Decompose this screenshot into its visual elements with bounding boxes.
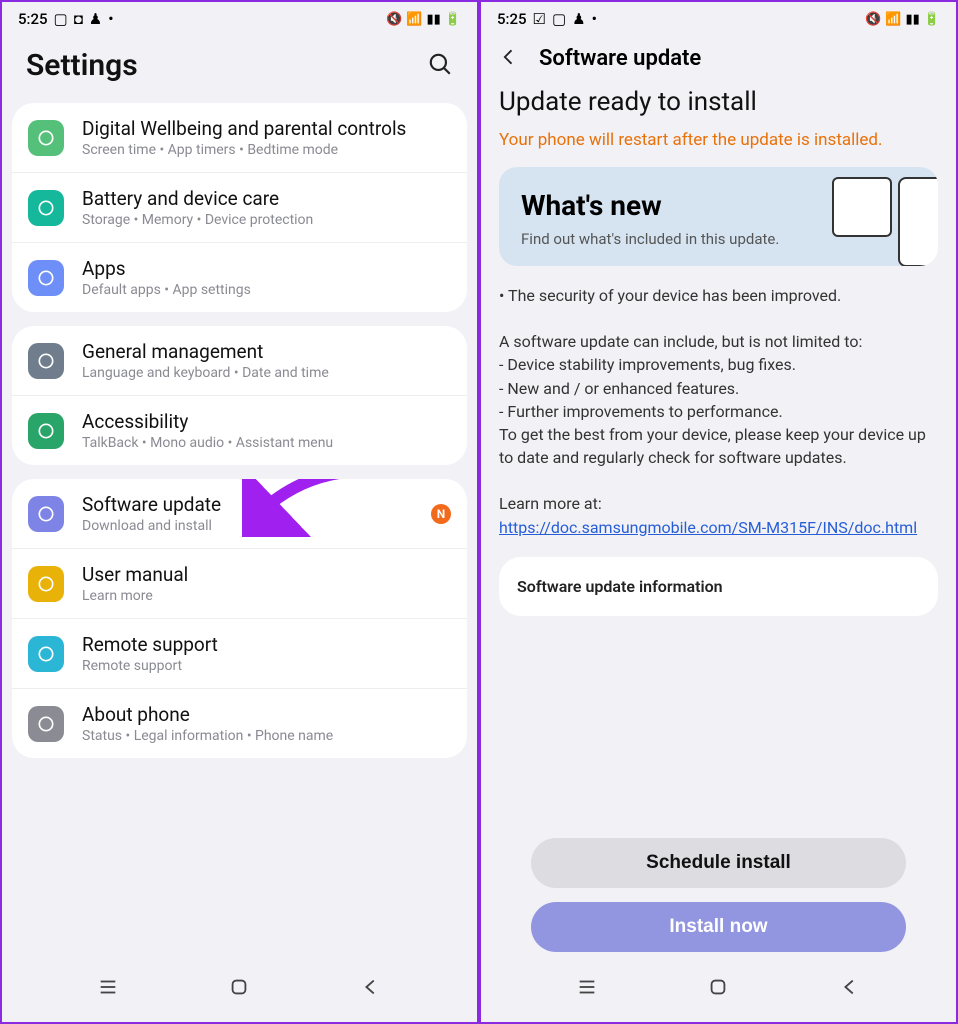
notif-icon: ▢ — [54, 10, 68, 28]
page-title: Settings — [26, 48, 138, 83]
signal-icon: ▮▮ — [427, 12, 441, 27]
row-title: User manual — [82, 563, 451, 586]
back-button[interactable] — [839, 976, 861, 1002]
battery-care-icon — [28, 190, 64, 226]
settings-row-about[interactable]: About phone Status • Legal information • … — [12, 688, 467, 758]
settings-group: Digital Wellbeing and parental controls S… — [12, 103, 467, 312]
info-icon — [28, 706, 64, 742]
row-subtitle: Default apps • App settings — [82, 282, 451, 298]
notif-icon: ♟ — [572, 10, 585, 28]
sliders-icon — [28, 343, 64, 379]
settings-group: General management Language and keyboard … — [12, 326, 467, 465]
notif-icon: ♟ — [89, 10, 102, 28]
row-subtitle: Language and keyboard • Date and time — [82, 365, 451, 381]
row-subtitle: Learn more — [82, 588, 451, 604]
status-more-dot: • — [592, 10, 597, 28]
mute-icon: 🔇 — [386, 12, 402, 27]
row-title: Apps — [82, 257, 451, 280]
header-title: Software update — [539, 46, 701, 71]
mute-icon: 🔇 — [865, 12, 881, 27]
row-title: Remote support — [82, 633, 451, 656]
settings-row-apps[interactable]: Apps Default apps • App settings — [12, 242, 467, 312]
refresh-icon — [28, 496, 64, 532]
settings-row-software-update[interactable]: Software update Download and installN — [12, 479, 467, 548]
settings-row-accessibility[interactable]: Accessibility TalkBack • Mono audio • Ass… — [12, 395, 467, 465]
release-note-line: - Further improvements to performance. — [499, 400, 938, 423]
restart-warning: Your phone will restart after the update… — [499, 129, 938, 153]
whats-new-card[interactable]: What's new Find out what's included in t… — [499, 167, 938, 266]
recents-button[interactable] — [576, 976, 598, 1002]
row-subtitle: Remote support — [82, 658, 451, 674]
settings-row-user-manual[interactable]: User manual Learn more — [12, 548, 467, 618]
status-time: 5:25 — [497, 10, 527, 28]
settings-screen: 5:25 ▢ ◘ ♟ • 🔇 📶 ▮▮ 🔋 Settings Digital W… — [2, 2, 477, 1022]
notif-icon: ▢ — [552, 10, 566, 28]
row-title: Accessibility — [82, 410, 451, 433]
accessibility-icon — [28, 413, 64, 449]
wifi-icon: 📶 — [885, 12, 901, 27]
release-note-bullet: • The security of your device has been i… — [499, 284, 938, 307]
learn-more-link[interactable]: https://doc.samsungmobile.com/SM-M315F/I… — [499, 518, 917, 537]
release-note-intro: A software update can include, but is no… — [499, 330, 938, 353]
notification-badge: N — [431, 504, 451, 524]
status-time: 5:25 — [18, 10, 48, 28]
manual-icon — [28, 566, 64, 602]
headset-icon — [28, 636, 64, 672]
devices-illustration — [832, 177, 938, 266]
settings-row-general[interactable]: General management Language and keyboard … — [12, 326, 467, 395]
release-note-tail: To get the best from your device, please… — [499, 423, 938, 469]
update-ready-heading: Update ready to install — [499, 87, 938, 117]
settings-row-battery[interactable]: Battery and device care Storage • Memory … — [12, 172, 467, 242]
recents-button[interactable] — [97, 976, 119, 1002]
release-note-line: - New and / or enhanced features. — [499, 377, 938, 400]
signal-icon: ▮▮ — [906, 12, 920, 27]
row-title: Digital Wellbeing and parental controls — [82, 117, 451, 140]
status-more-dot: • — [108, 10, 113, 28]
android-nav-bar — [2, 962, 477, 1022]
row-title: About phone — [82, 703, 451, 726]
apps-icon — [28, 260, 64, 296]
battery-icon: 🔋 — [924, 12, 940, 27]
back-icon[interactable] — [499, 47, 519, 71]
row-subtitle: Screen time • App timers • Bedtime mode — [82, 142, 451, 158]
settings-row-remote-support[interactable]: Remote support Remote support — [12, 618, 467, 688]
row-subtitle: TalkBack • Mono audio • Assistant menu — [82, 435, 451, 451]
wifi-icon: 📶 — [406, 12, 422, 27]
status-bar: 5:25 ☑ ▢ ♟ • 🔇 📶 ▮▮ 🔋 — [481, 2, 956, 32]
android-nav-bar — [481, 962, 956, 1022]
home-button[interactable] — [707, 976, 729, 1002]
schedule-install-button[interactable]: Schedule install — [531, 838, 906, 888]
notif-icon: ◘ — [74, 10, 83, 28]
notif-icon: ☑ — [533, 10, 546, 28]
settings-row-wellbeing[interactable]: Digital Wellbeing and parental controls S… — [12, 103, 467, 172]
back-button[interactable] — [360, 976, 382, 1002]
row-title: Battery and device care — [82, 187, 451, 210]
wellbeing-icon — [28, 120, 64, 156]
software-update-screen: 5:25 ☑ ▢ ♟ • 🔇 📶 ▮▮ 🔋 Software update Up… — [481, 2, 956, 1022]
install-now-button[interactable]: Install now — [531, 902, 906, 952]
release-note-line: - Device stability improvements, bug fix… — [499, 353, 938, 376]
row-subtitle: Status • Legal information • Phone name — [82, 728, 451, 744]
search-icon[interactable] — [427, 51, 453, 81]
status-bar: 5:25 ▢ ◘ ♟ • 🔇 📶 ▮▮ 🔋 — [2, 2, 477, 32]
row-title: General management — [82, 340, 451, 363]
release-notes: • The security of your device has been i… — [499, 284, 938, 539]
learn-more-label: Learn more at: — [499, 492, 938, 515]
row-title: Software update — [82, 493, 431, 516]
software-update-info-card[interactable]: Software update information — [499, 557, 938, 616]
row-subtitle: Download and install — [82, 518, 431, 534]
home-button[interactable] — [228, 976, 250, 1002]
battery-icon: 🔋 — [445, 12, 461, 27]
row-subtitle: Storage • Memory • Device protection — [82, 212, 451, 228]
settings-group: Software update Download and installN User… — [12, 479, 467, 758]
